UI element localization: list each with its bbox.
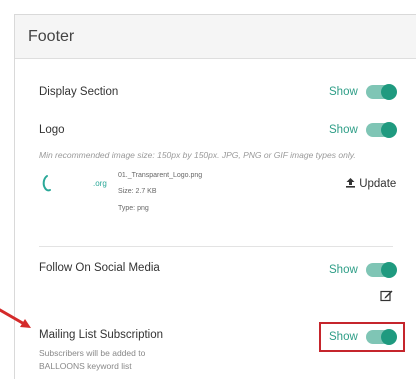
logo-toggle-text: Show bbox=[329, 124, 358, 136]
display-section-toggle[interactable] bbox=[366, 84, 397, 100]
display-section-label: Display Section bbox=[39, 86, 119, 98]
panel-header: Footer bbox=[15, 15, 416, 59]
toggle-knob bbox=[381, 84, 397, 100]
toggle-knob bbox=[381, 329, 397, 345]
logo-thumbnail-text: .org bbox=[93, 179, 107, 188]
logo-label: Logo bbox=[39, 124, 65, 136]
update-label: Update bbox=[359, 178, 397, 190]
social-media-toggle-text: Show bbox=[329, 264, 358, 276]
mailing-list-label: Mailing List Subscription bbox=[39, 329, 164, 341]
logo-toggle[interactable] bbox=[366, 122, 397, 138]
annotation-arrow bbox=[0, 308, 31, 328]
toggle-knob bbox=[381, 262, 397, 278]
logo-file-size: Size: 2.7 KB bbox=[118, 188, 157, 195]
top-strip bbox=[0, 0, 416, 14]
panel-title: Footer bbox=[28, 28, 75, 45]
mailing-list-note-1: Subscribers will be added to bbox=[39, 348, 146, 358]
logo-file-type: Type: png bbox=[118, 205, 149, 212]
social-media-label: Follow On Social Media bbox=[39, 262, 160, 274]
display-section-toggle-text: Show bbox=[329, 86, 358, 98]
edit-icon[interactable] bbox=[380, 289, 393, 302]
toggle-knob bbox=[381, 122, 397, 138]
mailing-list-note-2: BALLOONS keyword list bbox=[39, 361, 132, 371]
logo-size-hint: Min recommended image size: 150px by 150… bbox=[39, 150, 356, 160]
upload-icon bbox=[346, 178, 355, 188]
logo-update-button[interactable]: Update bbox=[345, 177, 396, 190]
logo-file-name: 01._Transparent_Logo.png bbox=[118, 172, 203, 179]
logo-thumbnail-icon bbox=[42, 175, 51, 192]
section-divider bbox=[39, 246, 393, 247]
social-media-toggle[interactable] bbox=[366, 262, 397, 278]
mailing-list-toggle-text: Show bbox=[329, 331, 358, 343]
mailing-list-toggle[interactable] bbox=[366, 329, 397, 345]
